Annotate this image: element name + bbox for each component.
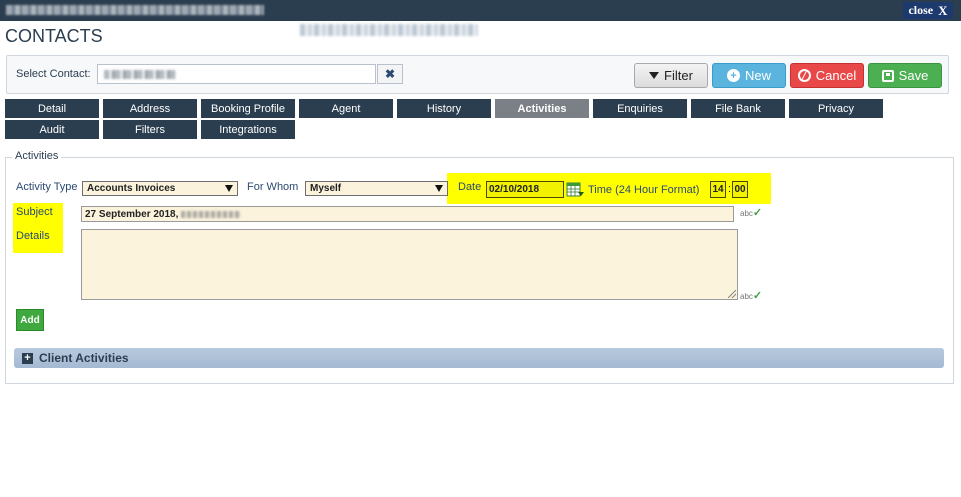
- close-x-icon: X: [938, 2, 948, 18]
- details-label: Details: [16, 230, 50, 242]
- date-label: Date: [458, 181, 482, 193]
- dropdown-arrow-icon: [225, 185, 233, 192]
- x-icon: ✖: [384, 67, 396, 81]
- client-activities-header[interactable]: + Client Activities: [14, 348, 944, 368]
- time-hour-input[interactable]: 14: [710, 181, 726, 198]
- activity-type-value: Accounts Invoices: [87, 183, 176, 194]
- close-button[interactable]: close X: [903, 2, 953, 19]
- time-format-label: Time (24 Hour Format): [588, 184, 700, 196]
- subject-redacted: [181, 210, 242, 218]
- for-whom-label: For Whom: [247, 181, 299, 193]
- subtitle-redacted: [300, 24, 478, 36]
- new-label: New: [744, 68, 771, 83]
- cancel-button[interactable]: ╱ Cancel: [790, 63, 864, 88]
- title-bar: close X: [0, 0, 961, 21]
- window-title-redacted: [6, 5, 264, 15]
- tab-agent[interactable]: Agent: [299, 99, 393, 118]
- client-activities-label: Client Activities: [39, 351, 129, 365]
- spellcheck-text: abc: [740, 292, 753, 301]
- new-button[interactable]: + New: [712, 63, 786, 88]
- plus-circle-icon: +: [726, 69, 740, 82]
- subject-input[interactable]: 27 September 2018,: [81, 206, 734, 222]
- time-separator: :: [728, 183, 732, 195]
- calendar-icon[interactable]: [566, 181, 584, 198]
- close-label: close: [908, 3, 934, 17]
- tab-filters[interactable]: Filters: [103, 120, 197, 139]
- select-contact-input[interactable]: [97, 64, 376, 84]
- save-label: Save: [898, 68, 929, 83]
- date-input[interactable]: 02/10/2018: [486, 181, 564, 198]
- tab-audit[interactable]: Audit: [5, 120, 99, 139]
- tab-privacy[interactable]: Privacy: [789, 99, 883, 118]
- dropdown-arrow-icon: [435, 185, 443, 192]
- time-minute-input[interactable]: 00: [732, 181, 748, 198]
- details-spellcheck-icon[interactable]: abc✓: [740, 289, 762, 302]
- subject-label: Subject: [16, 206, 53, 218]
- filter-label: Filter: [664, 68, 693, 83]
- add-button[interactable]: Add: [16, 309, 44, 331]
- tab-booking-profile[interactable]: Booking Profile: [201, 99, 295, 118]
- tab-detail[interactable]: Detail: [5, 99, 99, 118]
- tab-enquiries[interactable]: Enquiries: [593, 99, 687, 118]
- tab-address[interactable]: Address: [103, 99, 197, 118]
- expand-plus-icon: +: [22, 352, 33, 364]
- contact-name-redacted: [104, 70, 176, 79]
- subject-spellcheck-icon[interactable]: abc✓: [740, 206, 762, 219]
- tab-activities[interactable]: Activities: [495, 99, 589, 118]
- activity-type-select[interactable]: Accounts Invoices: [82, 181, 238, 196]
- clear-contact-button[interactable]: ✖: [377, 64, 403, 84]
- activities-legend: Activities: [12, 150, 62, 162]
- select-contact-label: Select Contact:: [16, 68, 91, 80]
- save-button[interactable]: Save: [868, 63, 942, 88]
- details-textarea[interactable]: [81, 229, 738, 300]
- cancel-label: Cancel: [815, 68, 857, 83]
- ban-icon: ╱: [797, 69, 811, 82]
- for-whom-select[interactable]: Myself: [305, 181, 448, 196]
- filter-button[interactable]: Filter: [634, 63, 708, 88]
- spellcheck-text: abc: [740, 209, 753, 218]
- activity-type-label: Activity Type: [16, 181, 78, 193]
- for-whom-value: Myself: [310, 183, 342, 194]
- save-icon: [881, 69, 894, 82]
- subject-value: 27 September 2018,: [85, 209, 179, 220]
- filter-icon: [649, 72, 660, 79]
- tab-file-bank[interactable]: File Bank: [691, 99, 785, 118]
- page-title: CONTACTS: [5, 26, 103, 46]
- tab-history[interactable]: History: [397, 99, 491, 118]
- tab-integrations[interactable]: Integrations: [201, 120, 295, 139]
- resize-grip-icon[interactable]: [728, 290, 736, 298]
